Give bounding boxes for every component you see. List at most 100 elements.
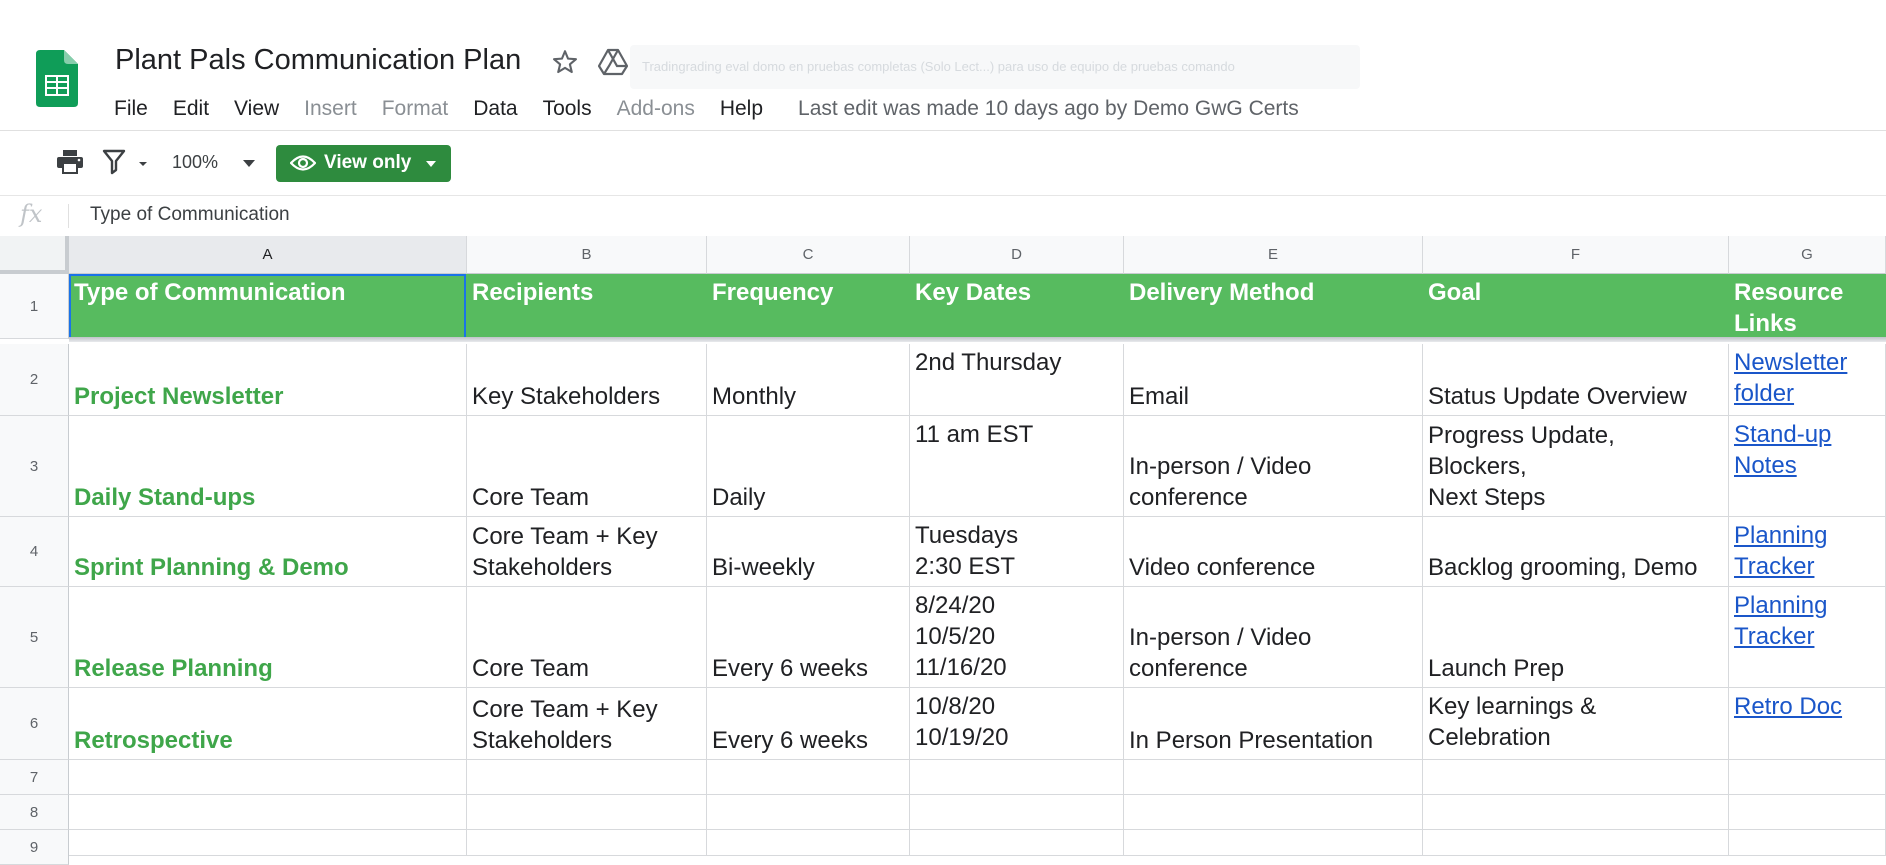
menu-insert[interactable]: Insert [304,97,357,121]
filter-dropdown-chevron-icon[interactable] [138,160,148,168]
column-header-g[interactable]: G [1729,236,1886,274]
table-row-4-delivery[interactable]: Video conference [1124,517,1423,587]
row-header-9[interactable]: 9 [0,830,69,865]
row-header-5[interactable]: 5 [0,587,69,688]
row-header-8[interactable]: 8 [0,795,69,830]
header-cell-type-of-communication[interactable]: Type of Communication [69,274,467,339]
empty-cell[interactable] [1729,760,1886,795]
table-row-6-frequency[interactable]: Every 6 weeks [707,688,910,760]
empty-cell[interactable] [69,795,467,830]
empty-cell[interactable] [1423,760,1729,795]
column-header-e[interactable]: E [1124,236,1423,274]
column-header-d[interactable]: D [910,236,1124,274]
header-cell-delivery-method[interactable]: Delivery Method [1124,274,1423,339]
header-cell-key-dates[interactable]: Key Dates [910,274,1124,339]
table-row-3-recipients[interactable]: Core Team [467,416,707,517]
document-title[interactable]: Plant Pals Communication Plan [115,44,521,77]
column-header-b[interactable]: B [467,236,707,274]
table-row-5-type[interactable]: Release Planning [69,587,467,688]
table-row-4-resource-link[interactable]: Planning Tracker [1729,517,1886,587]
formula-input[interactable]: Type of Communication [90,204,290,226]
header-cell-frequency[interactable]: Frequency [707,274,910,339]
menu-format[interactable]: Format [382,97,449,121]
empty-cell[interactable] [1124,830,1423,856]
column-header-f[interactable]: F [1423,236,1729,274]
table-row-5-frequency[interactable]: Every 6 weeks [707,587,910,688]
zoom-select[interactable]: 100% [172,152,218,173]
table-row-2-resource-link[interactable]: Newsletter folder [1729,344,1886,416]
menu-data[interactable]: Data [473,97,517,121]
empty-cell[interactable] [1423,830,1729,856]
empty-cell[interactable] [910,795,1124,830]
empty-cell[interactable] [910,830,1124,856]
menu-view[interactable]: View [234,97,279,121]
table-row-6-key-dates[interactable]: 10/8/20 10/19/20 [910,688,1124,760]
zoom-chevron-down-icon[interactable] [243,160,255,167]
filter-icon[interactable] [102,148,128,176]
empty-cell[interactable] [910,760,1124,795]
header-cell-goal[interactable]: Goal [1423,274,1729,339]
table-row-6-type[interactable]: Retrospective [69,688,467,760]
row-header-3[interactable]: 3 [0,416,69,517]
table-row-6-resource-link[interactable]: Retro Doc [1729,688,1886,760]
table-row-2-type[interactable]: Project Newsletter [69,344,467,416]
last-edit-status[interactable]: Last edit was made 10 days ago by Demo G… [798,97,1299,121]
column-header-c[interactable]: C [707,236,910,274]
table-row-6-recipients[interactable]: Core Team + Key Stakeholders [467,688,707,760]
menu-help[interactable]: Help [720,97,763,121]
view-only-button[interactable]: View only [276,145,451,182]
empty-cell[interactable] [1124,760,1423,795]
table-row-2-delivery[interactable]: Email [1124,344,1423,416]
menu-file[interactable]: File [114,97,148,121]
table-row-3-resource-link[interactable]: Stand-up Notes [1729,416,1886,517]
table-row-2-goal[interactable]: Status Update Overview [1423,344,1729,416]
print-icon[interactable] [55,148,85,176]
empty-cell[interactable] [707,795,910,830]
table-row-3-frequency[interactable]: Daily [707,416,910,517]
sheets-logo-icon[interactable] [36,50,78,107]
empty-cell[interactable] [1124,795,1423,830]
table-row-2-key-dates[interactable]: 2nd Thursday [910,344,1124,416]
menu-edit[interactable]: Edit [173,97,209,121]
menu-tools[interactable]: Tools [543,97,592,121]
select-all-corner[interactable] [0,236,69,274]
table-row-3-key-dates[interactable]: 11 am EST [910,416,1124,517]
empty-cell[interactable] [1423,795,1729,830]
row-header-1[interactable]: 1 [0,274,69,339]
empty-cell[interactable] [707,760,910,795]
empty-cell[interactable] [467,830,707,856]
table-row-4-frequency[interactable]: Bi-weekly [707,517,910,587]
empty-cell[interactable] [1729,830,1886,856]
table-row-2-frequency[interactable]: Monthly [707,344,910,416]
table-row-3-goal[interactable]: Progress Update, Blockers, Next Steps [1423,416,1729,517]
table-row-6-goal[interactable]: Key learnings & Celebration [1423,688,1729,760]
table-row-3-type[interactable]: Daily Stand-ups [69,416,467,517]
table-row-4-key-dates[interactable]: Tuesdays 2:30 EST [910,517,1124,587]
table-row-6-delivery[interactable]: In Person Presentation [1124,688,1423,760]
star-icon[interactable] [551,48,579,76]
table-row-2-recipients[interactable]: Key Stakeholders [467,344,707,416]
table-row-4-goal[interactable]: Backlog grooming, Demo [1423,517,1729,587]
empty-cell[interactable] [69,760,467,795]
table-row-3-delivery[interactable]: In-person / Video conference [1124,416,1423,517]
table-row-4-type[interactable]: Sprint Planning & Demo [69,517,467,587]
empty-cell[interactable] [1729,795,1886,830]
empty-cell[interactable] [707,830,910,856]
empty-cell[interactable] [69,830,467,856]
table-row-5-goal[interactable]: Launch Prep [1423,587,1729,688]
column-header-a[interactable]: A [69,236,467,274]
table-row-5-resource-link[interactable]: Planning Tracker [1729,587,1886,688]
empty-cell[interactable] [467,760,707,795]
header-cell-resource-links[interactable]: Resource Links [1729,274,1886,339]
table-row-5-delivery[interactable]: In-person / Video conference [1124,587,1423,688]
table-row-5-recipients[interactable]: Core Team [467,587,707,688]
table-row-4-recipients[interactable]: Core Team + Key Stakeholders [467,517,707,587]
row-header-7[interactable]: 7 [0,760,69,795]
header-cell-recipients[interactable]: Recipients [467,274,707,339]
menu-add-ons[interactable]: Add-ons [617,97,695,121]
row-header-4[interactable]: 4 [0,517,69,587]
table-row-5-key-dates[interactable]: 8/24/20 10/5/20 11/16/20 [910,587,1124,688]
row-header-6[interactable]: 6 [0,688,69,760]
empty-cell[interactable] [467,795,707,830]
row-header-2[interactable]: 2 [0,344,69,416]
